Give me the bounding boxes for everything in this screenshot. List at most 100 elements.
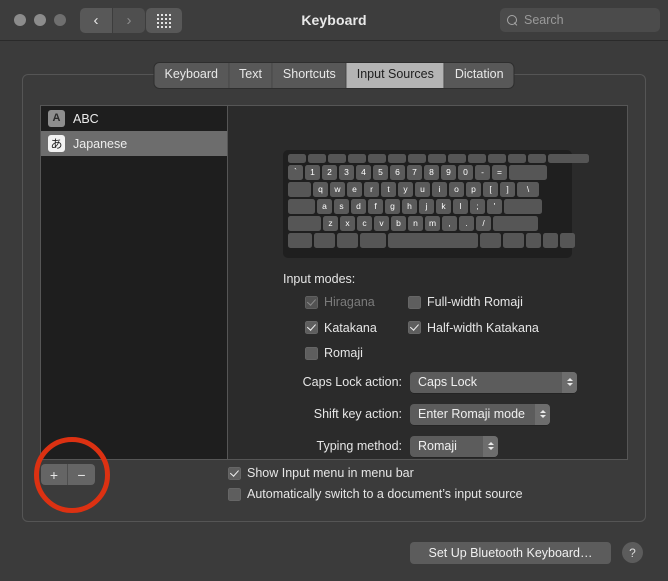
keyboard-key-blank (288, 182, 311, 197)
checkbox-automatically-switch-to-a-document-s-input-source[interactable]: Automatically switch to a document’s inp… (228, 487, 523, 501)
select-label: Shift key action: (313, 407, 402, 421)
input-mode-col-left: Katakana (283, 321, 408, 340)
checkbox-full-width-romaji[interactable]: Full-width Romaji (408, 295, 523, 309)
checkbox-icon[interactable] (305, 295, 318, 309)
tab-text[interactable]: Text (228, 63, 273, 88)
keyboard-key-blank (526, 233, 541, 248)
select-row: Caps Lock action: Caps Lock (283, 371, 613, 393)
keyboard-key-blank (528, 154, 546, 163)
keyboard-key-3: 3 (339, 165, 354, 180)
keyboard-key-]: ] (500, 182, 515, 197)
select-caps-lock-action[interactable]: Caps Lock (410, 371, 577, 393)
bottom-options-group: Show Input menu in menu bar Automatically… (228, 466, 668, 508)
checkbox-icon[interactable] (305, 346, 318, 360)
checkbox-romaji[interactable]: Romaji (305, 346, 363, 360)
keyboard-row (288, 154, 589, 163)
keyboard-key-i: i (432, 182, 447, 197)
checkbox-label: Show Input menu in menu bar (247, 466, 414, 480)
keyboard-key-`: ` (288, 165, 303, 180)
checkbox-show-input-menu-in-menu-bar[interactable]: Show Input menu in menu bar (228, 466, 414, 480)
input-mode-col-right: Full-width Romaji (408, 295, 593, 314)
keyboard-key-blank (543, 233, 558, 248)
checkbox-label: Hiragana (324, 295, 375, 309)
set-up-bluetooth-keyboard-button[interactable]: Set Up Bluetooth Keyboard… (410, 542, 611, 564)
keyboard-preferences-window: ‹ › Keyboard Search Keyboard Text Shortcut… (0, 0, 668, 581)
title-bar: ‹ › Keyboard Search (0, 0, 668, 41)
keyboard-key-blank (288, 154, 306, 163)
keyboard-key-l: l (453, 199, 468, 214)
keyboard-row (288, 233, 575, 248)
keyboard-key-blank (337, 233, 358, 248)
keyboard-key--: - (475, 165, 490, 180)
keyboard-key-2: 2 (322, 165, 337, 180)
keyboard-key-blank (493, 216, 538, 231)
list-item-label: ABC (73, 111, 99, 126)
help-button[interactable]: ? (622, 542, 643, 563)
select-label: Caps Lock action: (302, 375, 402, 389)
keyboard-key-p: p (466, 182, 481, 197)
keyboard-key-j: j (419, 199, 434, 214)
keyboard-key-blank (308, 154, 326, 163)
keyboard-row: q w e r t y u i o p[] \ (288, 182, 567, 197)
checkbox-hiragana[interactable]: Hiragana (305, 295, 375, 309)
checkbox-half-width-katakana[interactable]: Half-width Katakana (408, 321, 539, 335)
select-row: Typing method: Romaji (283, 435, 613, 457)
list-item[interactable]: A ABC (41, 106, 227, 131)
keyboard-key-5: 5 (373, 165, 388, 180)
keyboard-key-s: s (334, 199, 349, 214)
stepper-chevrons-icon[interactable] (483, 435, 498, 457)
keyboard-key-0: 0 (458, 165, 473, 180)
stepper-chevrons-icon[interactable] (562, 371, 577, 393)
list-item[interactable]: あ Japanese (41, 131, 227, 156)
keyboard-key-1: 1 (305, 165, 320, 180)
keyboard-key-7: 7 (407, 165, 422, 180)
keyboard-key-blank (488, 154, 506, 163)
keyboard-key-c: c (357, 216, 372, 231)
tab-keyboard[interactable]: Keyboard (154, 63, 229, 88)
keyboard-key-q: q (313, 182, 328, 197)
keyboard-key-blank (314, 233, 335, 248)
keyboard-key-t: t (381, 182, 396, 197)
select-value: Caps Lock (418, 375, 478, 389)
select-label: Typing method: (316, 439, 402, 453)
checkbox-label: Half-width Katakana (427, 320, 539, 335)
keyboard-key-blank (328, 154, 346, 163)
keyboard-key-blank (288, 233, 312, 248)
checkbox-katakana[interactable]: Katakana (305, 321, 377, 335)
keyboard-key-z: z (323, 216, 338, 231)
checkbox-icon[interactable] (305, 321, 318, 334)
input-source-list[interactable]: A ABC あ Japanese (40, 105, 227, 460)
list-item-label: Japanese (73, 136, 128, 151)
keyboard-row: ` 1 2 3 4 5 6 7 8 9 0- = (288, 165, 567, 180)
keyboard-key-h: h (402, 199, 417, 214)
checkbox-icon[interactable] (228, 466, 241, 480)
remove-source-button[interactable]: − (68, 464, 95, 485)
stepper-chevrons-icon[interactable] (535, 403, 550, 425)
keyboard-key-blank (288, 199, 315, 214)
keyboard-key-a: a (317, 199, 332, 214)
select-group: Caps Lock action: Caps Lock Shift key acti… (283, 371, 613, 457)
add-source-button[interactable]: + (41, 464, 68, 485)
keyboard-key-8: 8 (424, 165, 439, 180)
keyboard-key-f: f (368, 199, 383, 214)
tab-shortcuts[interactable]: Shortcuts (272, 63, 347, 88)
tab-input-sources[interactable]: Input Sources (346, 63, 445, 88)
keyboard-key-9: 9 (441, 165, 456, 180)
keyboard-key-blank (509, 165, 547, 180)
keyboard-key-blank (503, 233, 524, 248)
checkbox-icon[interactable] (228, 487, 241, 501)
keyboard-key-d: d (351, 199, 366, 214)
checkbox-icon[interactable] (408, 321, 421, 334)
keyboard-key-m: m (425, 216, 440, 231)
keyboard-key-=: = (492, 165, 507, 180)
keyboard-key-r: r (364, 182, 379, 197)
search-field[interactable]: Search (500, 8, 660, 32)
input-mode-col-left: Romaji (283, 346, 408, 365)
input-modes-group: Hiragana Full-width Romaji Katakana Half-wi… (283, 295, 613, 365)
tab-dictation[interactable]: Dictation (444, 63, 514, 88)
checkbox-icon[interactable] (408, 295, 421, 309)
select-shift-key-action[interactable]: Enter Romaji mode (410, 403, 550, 425)
keyboard-row: a s d f g h j k l; ' (288, 199, 567, 214)
select-typing-method[interactable]: Romaji (410, 435, 498, 457)
input-mode-row: Romaji (283, 346, 613, 365)
